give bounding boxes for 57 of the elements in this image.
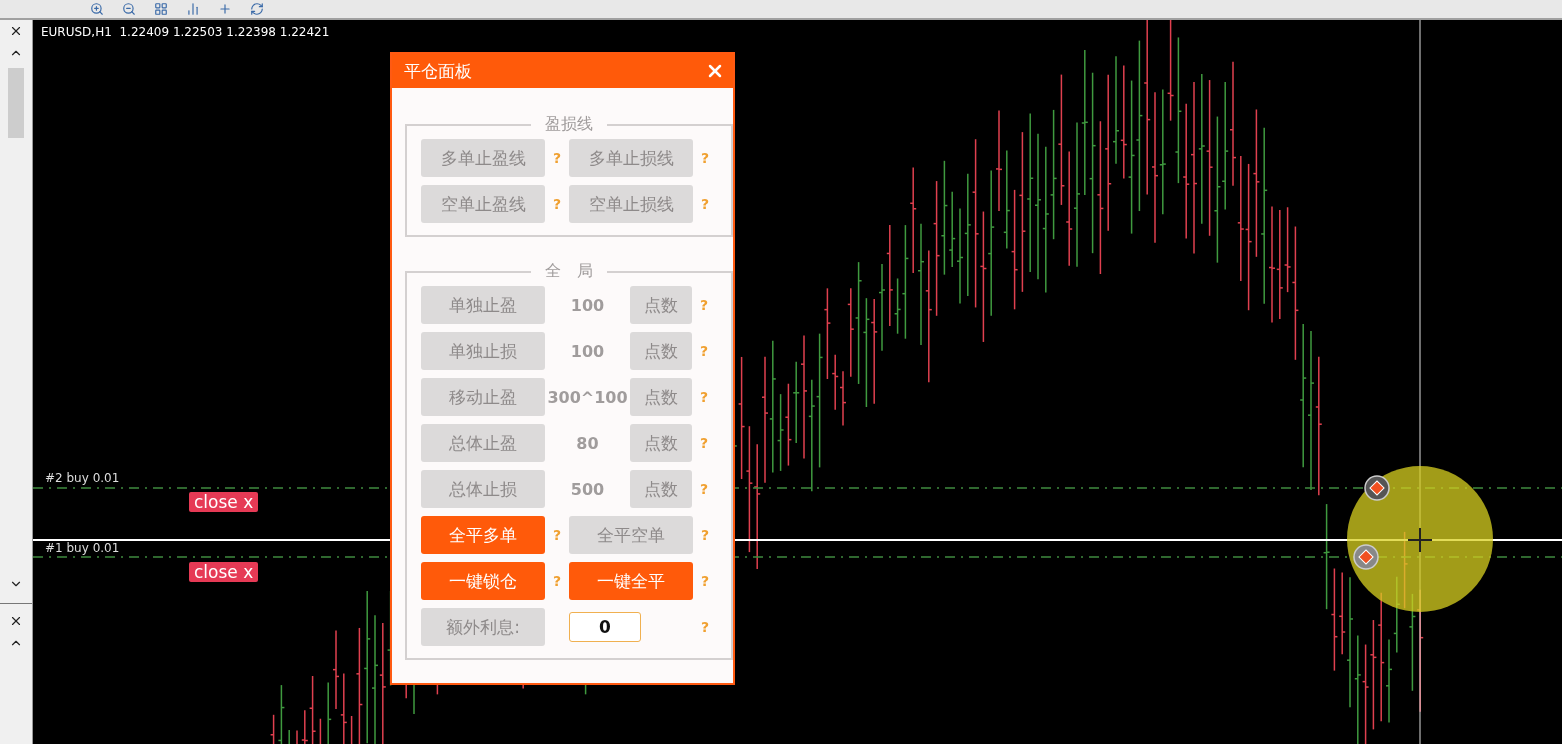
- unit-button[interactable]: 点数: [630, 424, 692, 462]
- setting-value: 500: [569, 479, 606, 499]
- help-mark[interactable]: ?: [693, 527, 717, 543]
- action-button[interactable]: 多单止损线: [569, 139, 693, 177]
- help-mark[interactable]: ?: [692, 389, 716, 405]
- help-mark[interactable]: ?: [693, 619, 717, 635]
- scrollbar-thumb[interactable]: [8, 68, 24, 138]
- action-button[interactable]: 全平多单: [421, 516, 545, 554]
- toolbar-icon[interactable]: [250, 2, 264, 16]
- unit-button[interactable]: 点数: [630, 332, 692, 370]
- order-marker-icon: [1364, 475, 1390, 501]
- toolbar-icon[interactable]: [154, 2, 168, 16]
- setting-value: 100: [569, 341, 606, 361]
- help-mark[interactable]: ?: [545, 196, 569, 212]
- toolbar-icon[interactable]: [186, 2, 200, 16]
- unit-button[interactable]: 点数: [630, 378, 692, 416]
- unit-button[interactable]: 点数: [630, 470, 692, 508]
- setting-button[interactable]: 额外利息:: [421, 608, 545, 646]
- help-mark[interactable]: ?: [693, 196, 717, 212]
- setting-value: 300^100: [546, 387, 629, 407]
- action-button[interactable]: 空单止损线: [569, 185, 693, 223]
- help-mark[interactable]: ?: [545, 573, 569, 589]
- help-mark[interactable]: ?: [692, 297, 716, 313]
- help-mark[interactable]: ?: [693, 573, 717, 589]
- toolbar-icon[interactable]: [218, 2, 232, 16]
- setting-value: 100: [569, 295, 606, 315]
- section-title: 盈损线: [544, 114, 594, 135]
- close-order-button[interactable]: close x: [189, 492, 259, 512]
- setting-value: 80: [575, 433, 600, 453]
- order-label: #2 buy 0.01: [45, 471, 120, 485]
- action-button[interactable]: 一键全平: [569, 562, 693, 600]
- unit-button[interactable]: 点数: [630, 286, 692, 324]
- order-marker-icon: [1353, 544, 1379, 570]
- help-mark[interactable]: ?: [545, 527, 569, 543]
- panel-title: 平仓面板: [404, 59, 472, 83]
- action-button[interactable]: 一键锁仓: [421, 562, 545, 600]
- help-mark[interactable]: ?: [692, 343, 716, 359]
- symbol-info: EURUSD,H1 1.22409 1.22503 1.22398 1.22421: [41, 25, 330, 39]
- action-button[interactable]: 多单止盈线: [421, 139, 545, 177]
- setting-button[interactable]: 单独止损: [421, 332, 545, 370]
- help-mark[interactable]: ?: [692, 435, 716, 451]
- toolbar-icon[interactable]: [90, 2, 104, 16]
- section-title: 全 局: [544, 261, 594, 282]
- help-mark[interactable]: ?: [692, 481, 716, 497]
- setting-button[interactable]: 移动止盈: [421, 378, 545, 416]
- setting-button[interactable]: 总体止损: [421, 470, 545, 508]
- help-mark[interactable]: ?: [693, 150, 717, 166]
- action-button[interactable]: 空单止盈线: [421, 185, 545, 223]
- crosshair-cursor-icon: [1407, 527, 1433, 553]
- order-label: #1 buy 0.01: [45, 541, 120, 555]
- action-button[interactable]: 全平空单: [569, 516, 693, 554]
- setting-button[interactable]: 单独止盈: [421, 286, 545, 324]
- close-order-button[interactable]: close x: [189, 562, 259, 582]
- setting-button[interactable]: 总体止盈: [421, 424, 545, 462]
- help-mark[interactable]: ?: [545, 150, 569, 166]
- toolbar-icon[interactable]: [122, 2, 136, 16]
- value-input-field[interactable]: 0: [569, 612, 641, 642]
